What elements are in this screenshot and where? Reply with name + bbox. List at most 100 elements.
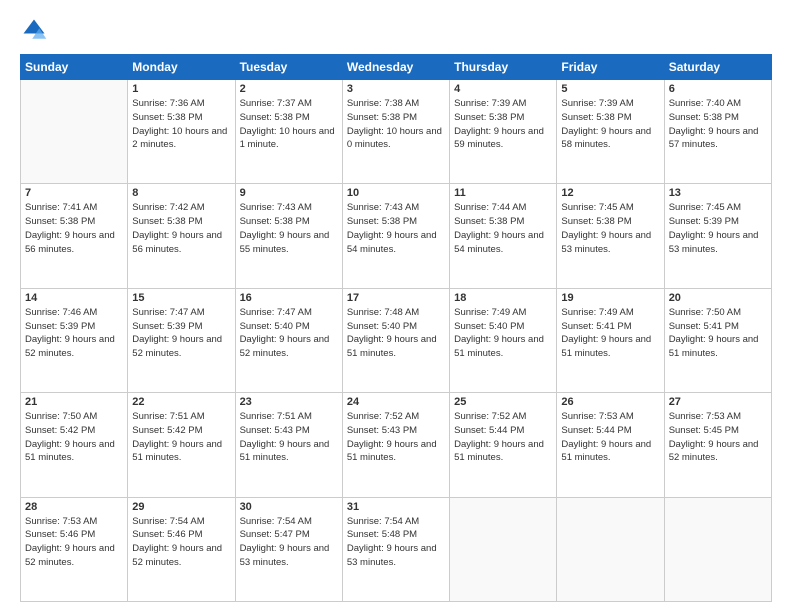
day-number: 29 xyxy=(132,501,230,513)
calendar-cell: 3Sunrise: 7:38 AM Sunset: 5:38 PM Daylig… xyxy=(342,80,449,184)
day-number: 31 xyxy=(347,501,445,513)
calendar-cell: 30 Sunrise: 7:54 AM Sunset: 5:47 PM Dayli… xyxy=(235,497,342,601)
calendar-cell: 6 Sunrise: 7:40 AM Sunset: 5:38 PM Daylig… xyxy=(664,80,771,184)
calendar-cell xyxy=(21,80,128,184)
day-info: Sunrise: 7:52 AM Sunset: 5:44 PM Dayligh… xyxy=(454,410,552,465)
day-number: 28 xyxy=(25,501,123,513)
calendar-cell xyxy=(557,497,664,601)
calendar-cell: 5 Sunrise: 7:39 AM Sunset: 5:38 PM Daylig… xyxy=(557,80,664,184)
day-info: Sunrise: 7:40 AM Sunset: 5:38 PM Dayligh… xyxy=(669,97,767,152)
calendar-cell: 7 Sunrise: 7:41 AM Sunset: 5:38 PM Daylig… xyxy=(21,184,128,288)
calendar-cell: 22 Sunrise: 7:51 AM Sunset: 5:42 PM Dayli… xyxy=(128,393,235,497)
day-number: 7 xyxy=(25,187,123,199)
calendar-cell: 8 Sunrise: 7:42 AM Sunset: 5:38 PM Daylig… xyxy=(128,184,235,288)
day-number: 13 xyxy=(669,187,767,199)
weekday-header-monday: Monday xyxy=(128,55,235,80)
calendar-cell: 20 Sunrise: 7:50 AM Sunset: 5:41 PM Dayli… xyxy=(664,288,771,392)
day-info: Sunrise: 7:54 AM Sunset: 5:47 PM Dayligh… xyxy=(240,515,338,570)
week-row-3: 14 Sunrise: 7:46 AM Sunset: 5:39 PM Dayli… xyxy=(21,288,772,392)
calendar-cell: 29 Sunrise: 7:54 AM Sunset: 5:46 PM Dayli… xyxy=(128,497,235,601)
day-number: 2 xyxy=(240,83,338,95)
day-info: Sunrise: 7:48 AM Sunset: 5:40 PM Dayligh… xyxy=(347,306,445,361)
day-number: 20 xyxy=(669,292,767,304)
day-info: Sunrise: 7:37 AM Sunset: 5:38 PM Dayligh… xyxy=(240,97,338,152)
weekday-header-thursday: Thursday xyxy=(450,55,557,80)
day-info: Sunrise: 7:45 AM Sunset: 5:39 PM Dayligh… xyxy=(669,201,767,256)
day-number: 23 xyxy=(240,396,338,408)
calendar-cell xyxy=(450,497,557,601)
calendar-cell: 10 Sunrise: 7:43 AM Sunset: 5:38 PM Dayli… xyxy=(342,184,449,288)
day-info: Sunrise: 7:42 AM Sunset: 5:38 PM Dayligh… xyxy=(132,201,230,256)
day-info: Sunrise: 7:43 AM Sunset: 5:38 PM Dayligh… xyxy=(347,201,445,256)
calendar-cell: 9Sunrise: 7:43 AM Sunset: 5:38 PM Daylig… xyxy=(235,184,342,288)
day-number: 8 xyxy=(132,187,230,199)
logo-icon xyxy=(20,16,48,44)
calendar-cell: 28 Sunrise: 7:53 AM Sunset: 5:46 PM Dayli… xyxy=(21,497,128,601)
calendar-cell: 1Sunrise: 7:36 AM Sunset: 5:38 PM Daylig… xyxy=(128,80,235,184)
day-info: Sunrise: 7:49 AM Sunset: 5:40 PM Dayligh… xyxy=(454,306,552,361)
day-info: Sunrise: 7:39 AM Sunset: 5:38 PM Dayligh… xyxy=(454,97,552,152)
calendar-cell: 13 Sunrise: 7:45 AM Sunset: 5:39 PM Dayli… xyxy=(664,184,771,288)
day-info: Sunrise: 7:45 AM Sunset: 5:38 PM Dayligh… xyxy=(561,201,659,256)
day-number: 25 xyxy=(454,396,552,408)
calendar-cell: 14 Sunrise: 7:46 AM Sunset: 5:39 PM Dayli… xyxy=(21,288,128,392)
day-number: 12 xyxy=(561,187,659,199)
day-number: 4 xyxy=(454,83,552,95)
day-info: Sunrise: 7:39 AM Sunset: 5:38 PM Dayligh… xyxy=(561,97,659,152)
calendar-cell: 31 Sunrise: 7:54 AM Sunset: 5:48 PM Dayli… xyxy=(342,497,449,601)
week-row-1: 1Sunrise: 7:36 AM Sunset: 5:38 PM Daylig… xyxy=(21,80,772,184)
day-info: Sunrise: 7:46 AM Sunset: 5:39 PM Dayligh… xyxy=(25,306,123,361)
day-info: Sunrise: 7:41 AM Sunset: 5:38 PM Dayligh… xyxy=(25,201,123,256)
day-number: 26 xyxy=(561,396,659,408)
day-number: 17 xyxy=(347,292,445,304)
day-info: Sunrise: 7:36 AM Sunset: 5:38 PM Dayligh… xyxy=(132,97,230,152)
calendar-cell: 19Sunrise: 7:49 AM Sunset: 5:41 PM Dayli… xyxy=(557,288,664,392)
day-number: 14 xyxy=(25,292,123,304)
calendar-cell: 24 Sunrise: 7:52 AM Sunset: 5:43 PM Dayli… xyxy=(342,393,449,497)
day-number: 24 xyxy=(347,396,445,408)
weekday-header-saturday: Saturday xyxy=(664,55,771,80)
day-info: Sunrise: 7:53 AM Sunset: 5:46 PM Dayligh… xyxy=(25,515,123,570)
day-info: Sunrise: 7:53 AM Sunset: 5:45 PM Dayligh… xyxy=(669,410,767,465)
calendar-cell: 26Sunrise: 7:53 AM Sunset: 5:44 PM Dayli… xyxy=(557,393,664,497)
calendar-table: SundayMondayTuesdayWednesdayThursdayFrid… xyxy=(20,54,772,602)
day-info: Sunrise: 7:54 AM Sunset: 5:48 PM Dayligh… xyxy=(347,515,445,570)
calendar-cell: 27 Sunrise: 7:53 AM Sunset: 5:45 PM Dayli… xyxy=(664,393,771,497)
day-info: Sunrise: 7:44 AM Sunset: 5:38 PM Dayligh… xyxy=(454,201,552,256)
day-number: 9 xyxy=(240,187,338,199)
week-row-2: 7 Sunrise: 7:41 AM Sunset: 5:38 PM Daylig… xyxy=(21,184,772,288)
calendar-cell: 21Sunrise: 7:50 AM Sunset: 5:42 PM Dayli… xyxy=(21,393,128,497)
calendar-cell: 18 Sunrise: 7:49 AM Sunset: 5:40 PM Dayli… xyxy=(450,288,557,392)
day-info: Sunrise: 7:50 AM Sunset: 5:42 PM Dayligh… xyxy=(25,410,123,465)
day-number: 18 xyxy=(454,292,552,304)
week-row-5: 28 Sunrise: 7:53 AM Sunset: 5:46 PM Dayli… xyxy=(21,497,772,601)
header xyxy=(20,16,772,44)
day-number: 5 xyxy=(561,83,659,95)
calendar-cell: 12 Sunrise: 7:45 AM Sunset: 5:38 PM Dayli… xyxy=(557,184,664,288)
calendar-cell: 23 Sunrise: 7:51 AM Sunset: 5:43 PM Dayli… xyxy=(235,393,342,497)
day-info: Sunrise: 7:50 AM Sunset: 5:41 PM Dayligh… xyxy=(669,306,767,361)
day-info: Sunrise: 7:51 AM Sunset: 5:42 PM Dayligh… xyxy=(132,410,230,465)
calendar-cell: 16Sunrise: 7:47 AM Sunset: 5:40 PM Dayli… xyxy=(235,288,342,392)
weekday-header-friday: Friday xyxy=(557,55,664,80)
day-number: 10 xyxy=(347,187,445,199)
day-info: Sunrise: 7:51 AM Sunset: 5:43 PM Dayligh… xyxy=(240,410,338,465)
calendar-cell: 4 Sunrise: 7:39 AM Sunset: 5:38 PM Daylig… xyxy=(450,80,557,184)
day-number: 30 xyxy=(240,501,338,513)
weekday-header-sunday: Sunday xyxy=(21,55,128,80)
weekday-header-wednesday: Wednesday xyxy=(342,55,449,80)
day-number: 27 xyxy=(669,396,767,408)
page: SundayMondayTuesdayWednesdayThursdayFrid… xyxy=(0,0,792,612)
day-number: 19 xyxy=(561,292,659,304)
day-number: 11 xyxy=(454,187,552,199)
day-number: 22 xyxy=(132,396,230,408)
day-number: 16 xyxy=(240,292,338,304)
calendar-cell: 15Sunrise: 7:47 AM Sunset: 5:39 PM Dayli… xyxy=(128,288,235,392)
day-info: Sunrise: 7:52 AM Sunset: 5:43 PM Dayligh… xyxy=(347,410,445,465)
calendar-cell xyxy=(664,497,771,601)
calendar-cell: 25 Sunrise: 7:52 AM Sunset: 5:44 PM Dayli… xyxy=(450,393,557,497)
calendar-cell: 17 Sunrise: 7:48 AM Sunset: 5:40 PM Dayli… xyxy=(342,288,449,392)
calendar-cell: 2 Sunrise: 7:37 AM Sunset: 5:38 PM Daylig… xyxy=(235,80,342,184)
day-number: 6 xyxy=(669,83,767,95)
day-info: Sunrise: 7:54 AM Sunset: 5:46 PM Dayligh… xyxy=(132,515,230,570)
